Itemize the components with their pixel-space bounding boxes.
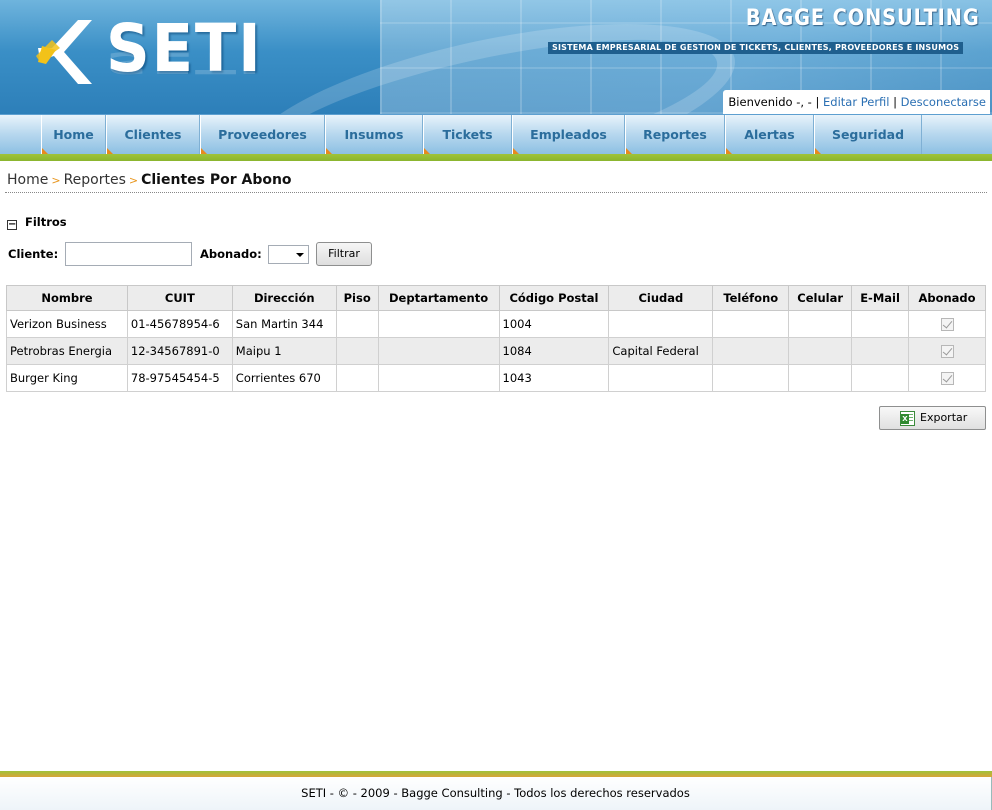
cell-ciudad: Capital Federal bbox=[608, 337, 714, 365]
column-header[interactable]: Piso bbox=[335, 285, 379, 311]
breadcrumb-current: Clientes Por Abono bbox=[141, 172, 292, 188]
cell-codigo-postal: 1084 bbox=[498, 337, 610, 365]
cell-piso bbox=[335, 337, 379, 365]
cell-nombre: Burger King bbox=[6, 364, 128, 392]
abonado-checkbox bbox=[940, 372, 954, 385]
filters-header[interactable]: − Filtros bbox=[7, 215, 67, 230]
column-header[interactable]: Deptartamento bbox=[377, 285, 500, 311]
filters-title: Filtros bbox=[25, 215, 67, 229]
footer: SETI - © - 2009 - Bagge Consulting - Tod… bbox=[0, 777, 992, 810]
filter-button[interactable]: Filtrar bbox=[316, 242, 372, 266]
nav-item-tickets[interactable]: Tickets bbox=[423, 115, 512, 154]
cell-ciudad bbox=[608, 310, 714, 338]
breadcrumb-separator: > bbox=[128, 174, 139, 187]
column-header[interactable]: Nombre bbox=[6, 285, 128, 311]
table-row[interactable]: Verizon Business 01-45678954-6 San Marti… bbox=[6, 310, 986, 338]
cell-email bbox=[851, 337, 910, 365]
nav-item-clientes[interactable]: Clientes bbox=[106, 115, 200, 154]
table-row[interactable]: Burger King 78-97545454-5 Corrientes 670… bbox=[6, 364, 986, 392]
cell-nombre: Petrobras Energia bbox=[6, 337, 128, 365]
cell-direccion: San Martin 344 bbox=[231, 310, 337, 338]
cell-cuit: 01-45678954-6 bbox=[126, 310, 233, 338]
cell-departamento bbox=[377, 310, 500, 338]
export-button[interactable]: Exportar bbox=[879, 406, 986, 430]
cell-departamento bbox=[377, 364, 500, 392]
table-row[interactable]: Petrobras Energia 12-34567891-0 Maipu 1 … bbox=[6, 337, 986, 365]
nav-item-seguridad[interactable]: Seguridad bbox=[814, 115, 922, 154]
nav-item-alertas[interactable]: Alertas bbox=[725, 115, 814, 154]
cell-telefono bbox=[712, 310, 790, 338]
cell-ciudad bbox=[608, 364, 714, 392]
clients-table: Nombre CUIT Dirección Piso Deptartamento… bbox=[6, 285, 986, 392]
column-header[interactable]: Teléfono bbox=[712, 285, 790, 311]
cliente-input[interactable] bbox=[65, 242, 192, 266]
cell-abonado bbox=[908, 364, 986, 392]
table-header-row: Nombre CUIT Dirección Piso Deptartamento… bbox=[6, 285, 986, 311]
cell-abonado bbox=[908, 310, 986, 338]
cell-telefono bbox=[712, 337, 790, 365]
cell-celular bbox=[788, 364, 853, 392]
main-nav: Home Clientes Proveedores Insumos Ticket… bbox=[0, 114, 992, 154]
separator: | bbox=[815, 95, 820, 109]
user-box: Bienvenido -, - | Editar Perfil | Descon… bbox=[723, 90, 990, 114]
abonado-label: Abonado: bbox=[200, 247, 262, 261]
abonado-checkbox bbox=[940, 318, 954, 331]
chevron-down-icon bbox=[296, 253, 304, 257]
cell-piso bbox=[335, 364, 379, 392]
column-header[interactable]: CUIT bbox=[126, 285, 233, 311]
cell-direccion: Maipu 1 bbox=[231, 337, 337, 365]
header-banner: SETI SETI BAGGE CONSULTING SISTEMA EMPRE… bbox=[0, 0, 992, 114]
abonado-checkbox bbox=[940, 345, 954, 358]
column-header[interactable]: Abonado bbox=[908, 285, 986, 311]
column-header[interactable]: Ciudad bbox=[608, 285, 714, 311]
cell-cuit: 12-34567891-0 bbox=[126, 337, 233, 365]
edit-profile-link[interactable]: Editar Perfil bbox=[823, 95, 889, 109]
cell-email bbox=[851, 310, 910, 338]
logo-star-icon bbox=[36, 20, 92, 84]
welcome-text: Bienvenido -, - bbox=[728, 95, 812, 109]
breadcrumb-home[interactable]: Home bbox=[7, 172, 48, 188]
cell-codigo-postal: 1043 bbox=[498, 364, 610, 392]
cell-telefono bbox=[712, 364, 790, 392]
cell-cuit: 78-97545454-5 bbox=[126, 364, 233, 392]
cell-abonado bbox=[908, 337, 986, 365]
logo-reflection: SETI bbox=[106, 45, 263, 80]
cell-nombre: Verizon Business bbox=[6, 310, 128, 338]
nav-item-home[interactable]: Home bbox=[41, 115, 106, 154]
breadcrumb: Home > Reportes > Clientes Por Abono bbox=[7, 172, 292, 188]
cliente-label: Cliente: bbox=[8, 247, 59, 261]
excel-icon bbox=[900, 411, 915, 426]
cell-piso bbox=[335, 310, 379, 338]
nav-item-reportes[interactable]: Reportes bbox=[625, 115, 725, 154]
nav-item-empleados[interactable]: Empleados bbox=[512, 115, 625, 154]
breadcrumb-reportes[interactable]: Reportes bbox=[64, 172, 126, 188]
column-header[interactable]: E-Mail bbox=[851, 285, 910, 311]
collapse-icon[interactable]: − bbox=[7, 220, 17, 230]
column-header[interactable]: Dirección bbox=[231, 285, 337, 311]
separator: | bbox=[893, 95, 898, 109]
breadcrumb-separator: > bbox=[51, 174, 61, 187]
cell-email bbox=[851, 364, 910, 392]
cell-celular bbox=[788, 337, 853, 365]
cell-codigo-postal: 1004 bbox=[498, 310, 610, 338]
nav-item-insumos[interactable]: Insumos bbox=[325, 115, 423, 154]
cell-direccion: Corrientes 670 bbox=[231, 364, 337, 392]
cell-celular bbox=[788, 310, 853, 338]
cell-departamento bbox=[377, 337, 500, 365]
company-tagline: SISTEMA EMPRESARIAL DE GESTION DE TICKET… bbox=[548, 42, 964, 54]
company-name: BAGGE CONSULTING bbox=[746, 6, 980, 31]
column-header[interactable]: Código Postal bbox=[498, 285, 610, 311]
column-header[interactable]: Celular bbox=[788, 285, 853, 311]
breadcrumb-divider bbox=[5, 192, 987, 193]
nav-accent-stripe bbox=[0, 154, 992, 161]
abonado-select[interactable] bbox=[268, 245, 309, 264]
export-label: Exportar bbox=[920, 411, 968, 424]
logout-link[interactable]: Desconectarse bbox=[901, 95, 986, 109]
nav-item-proveedores[interactable]: Proveedores bbox=[200, 115, 325, 154]
footer-text: SETI - © - 2009 - Bagge Consulting - Tod… bbox=[301, 786, 690, 800]
